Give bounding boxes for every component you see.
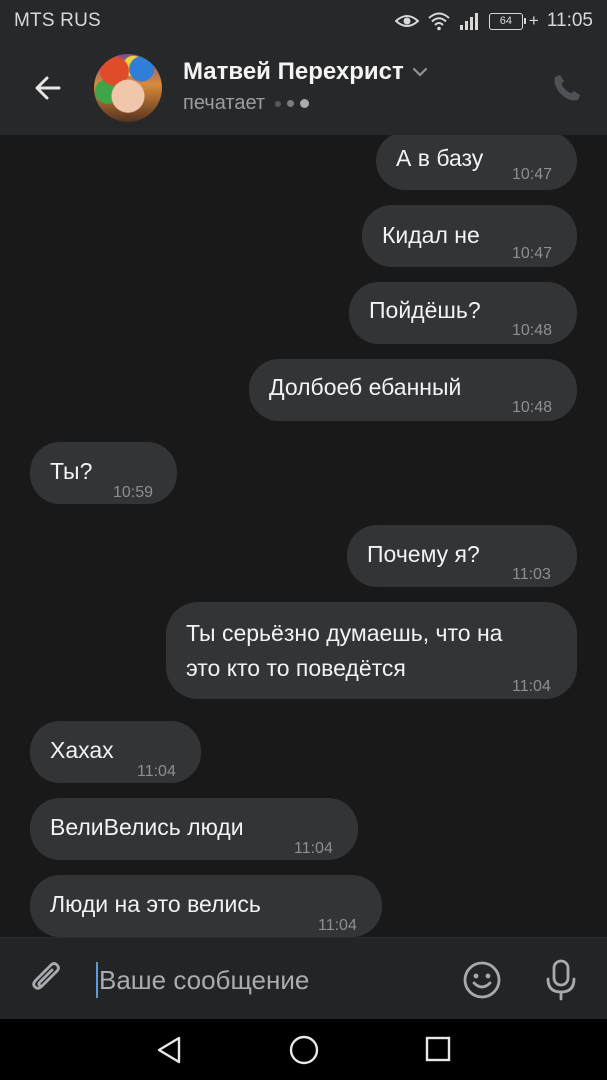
typing-status: печатает: [183, 92, 310, 115]
message-text: Ты?: [50, 458, 93, 484]
contact-name-row[interactable]: Матвей Перехрист: [183, 58, 428, 86]
text-caret: [96, 962, 98, 998]
status-icons: 64 + 11:05: [394, 10, 593, 32]
microphone-icon: [546, 959, 576, 1001]
message-time: 10:48: [512, 322, 553, 339]
carrier-name: MTS RUS: [14, 10, 101, 31]
arrow-left-icon: [35, 76, 61, 100]
emoji-button[interactable]: [462, 960, 502, 1000]
message-bubble-incoming[interactable]: Ты? 10:59: [30, 442, 177, 504]
message-bubble-outgoing[interactable]: Долбоеб ебанный 10:48: [249, 359, 577, 421]
wifi-icon: [427, 11, 451, 31]
status-bar: MTS RUS 64 + 11:05: [0, 0, 607, 42]
message-bubble-outgoing[interactable]: Ты серьёзно думаешь, что на это кто то п…: [166, 602, 577, 699]
message-text: ВелиВелись люди: [50, 814, 244, 840]
message-text-line1: Ты серьёзно думаешь, что на: [186, 620, 503, 646]
circle-home-icon: [289, 1035, 319, 1065]
message-time: 11:04: [137, 763, 176, 780]
message-text: Люди на это велись: [50, 891, 261, 917]
message-bubble-incoming[interactable]: ВелиВелись люди 11:04: [30, 798, 358, 860]
message-list[interactable]: А в базу 10:47 Кидал не 10:47 Пойдёшь? 1…: [0, 135, 607, 937]
chat-header: Матвей Перехрист печатает: [0, 42, 607, 135]
message-bubble-outgoing[interactable]: А в базу 10:47: [376, 135, 577, 190]
message-time: 10:47: [512, 245, 553, 262]
voice-message-button[interactable]: [541, 958, 581, 1002]
message-composer: [0, 937, 607, 1019]
phone-icon: [554, 75, 580, 101]
chevron-down-icon: [412, 67, 427, 77]
attach-button[interactable]: [28, 960, 66, 998]
message-bubble-incoming[interactable]: Люди на это велись 11:04: [30, 875, 382, 937]
back-button[interactable]: [30, 70, 66, 106]
contact-name: Матвей Перехрист: [183, 58, 404, 85]
nav-back-button[interactable]: [155, 1035, 185, 1065]
message-time: 11:04: [512, 678, 551, 695]
message-bubble-outgoing[interactable]: Почему я? 11:03: [347, 525, 577, 587]
triangle-back-icon: [157, 1036, 181, 1064]
battery-indicator: 64: [488, 12, 526, 30]
message-input[interactable]: [99, 960, 439, 1000]
message-text: Кидал не: [382, 222, 480, 248]
square-recents-icon: [425, 1036, 451, 1062]
eye-icon: [394, 13, 419, 29]
message-time: 10:59: [113, 484, 154, 501]
message-text: Хахах: [50, 737, 114, 763]
message-time: 10:47: [512, 166, 553, 183]
call-button[interactable]: [551, 72, 583, 104]
avatar[interactable]: [94, 54, 162, 122]
message-text: Долбоеб ебанный: [269, 374, 462, 400]
clock: 11:05: [546, 10, 593, 31]
signal-icon: [459, 12, 481, 30]
charging-icon: +: [528, 11, 539, 30]
smiley-icon: [463, 961, 501, 999]
message-text: А в базу: [396, 145, 484, 171]
nav-recents-button[interactable]: [424, 1035, 452, 1063]
message-time: 10:48: [512, 399, 553, 416]
message-bubble-outgoing[interactable]: Кидал не 10:47: [362, 205, 577, 267]
message-bubble-incoming[interactable]: Хахах 11:04: [30, 721, 201, 783]
message-time: 11:03: [512, 566, 551, 583]
typing-dots-icon: [275, 99, 310, 108]
message-text: Почему я?: [367, 541, 480, 567]
system-nav-bar: [0, 1019, 607, 1080]
nav-home-button[interactable]: [288, 1034, 320, 1066]
paperclip-icon: [32, 962, 60, 990]
message-text-line2: это кто то поведётся: [186, 655, 406, 681]
message-time: 11:04: [318, 917, 357, 934]
status-text: печатает: [183, 92, 266, 114]
message-time: 11:04: [294, 840, 333, 857]
message-text: Пойдёшь?: [369, 297, 481, 323]
message-bubble-outgoing[interactable]: Пойдёшь? 10:48: [349, 282, 577, 344]
